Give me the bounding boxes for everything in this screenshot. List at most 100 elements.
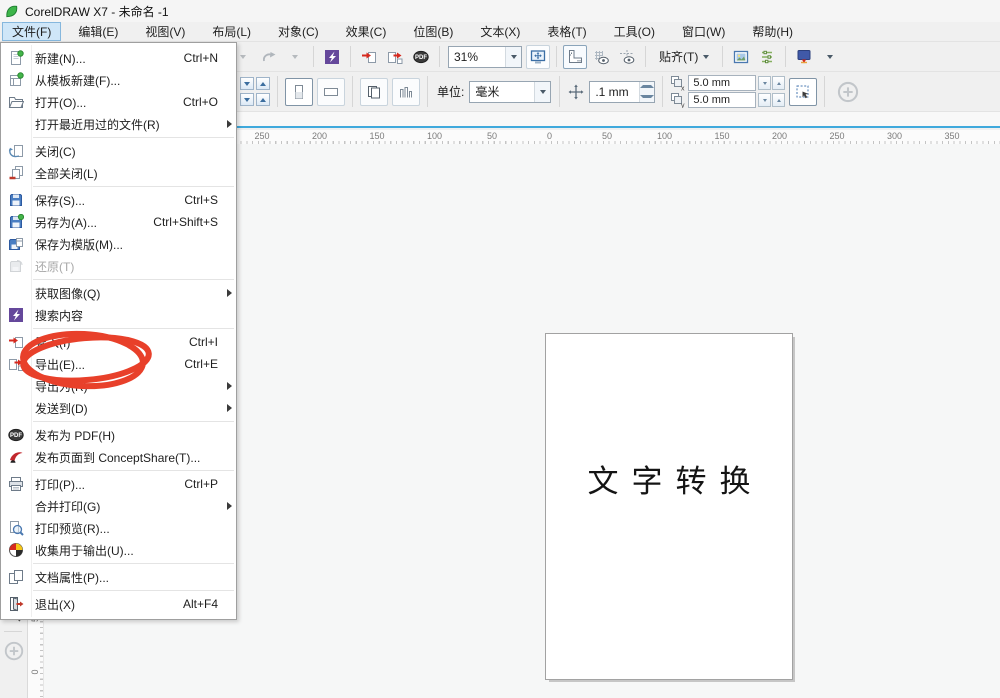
spin-up-button[interactable]	[772, 93, 785, 107]
menu-item-collect-for-output[interactable]: 收集用于输出(U)...	[1, 539, 236, 561]
menu-item-label: 退出(X)	[29, 596, 173, 613]
search-content-button[interactable]	[320, 45, 344, 69]
nudge-offset-field-up[interactable]	[640, 82, 654, 92]
save-template-icon	[3, 236, 29, 252]
menu-item-save[interactable]: 保存(S)...Ctrl+S	[1, 189, 236, 211]
search-content-icon	[3, 307, 29, 323]
menu-item-import[interactable]: 导入(I)Ctrl+I	[1, 331, 236, 353]
menu-item-print-preview[interactable]: 打印预览(R)...	[1, 517, 236, 539]
duplicate-distance-fields: x5.0 mm y5.0 mm	[670, 76, 785, 108]
menubar-item-view[interactable]: 视图(V)	[135, 22, 195, 41]
add-plus-button[interactable]	[836, 80, 860, 104]
menu-item-export-for[interactable]: 导出为(R)	[1, 375, 236, 397]
menu-item-send-to[interactable]: 发送到(D)	[1, 397, 236, 419]
duplicate-y-field-value[interactable]: 5.0 mm	[688, 92, 756, 108]
landscape-button[interactable]	[317, 78, 345, 106]
treat-as-filled-button[interactable]	[789, 78, 817, 106]
menu-item-save-as[interactable]: 另存为(A)...Ctrl+Shift+S	[1, 211, 236, 233]
units-combo[interactable]: 毫米	[469, 81, 551, 103]
menubar-item-file[interactable]: 文件(F)	[2, 22, 61, 41]
toolbox-customize-button[interactable]	[3, 640, 25, 662]
page-height-spinner[interactable]	[240, 93, 270, 106]
menu-item-label: 打开(O)...	[29, 94, 173, 111]
menu-separator	[33, 563, 234, 564]
spin-down-button[interactable]	[240, 93, 254, 106]
spin-up-button[interactable]	[256, 77, 270, 90]
current-page-button[interactable]	[392, 78, 420, 106]
menu-item-search-content[interactable]: 搜索内容	[1, 304, 236, 326]
document-page[interactable]: 文字转换	[545, 333, 793, 680]
nudge-offset-field-down[interactable]	[640, 92, 654, 102]
menubar-item-layout[interactable]: 布局(L)	[202, 22, 261, 41]
menu-item-acquire-image[interactable]: 获取图像(Q)	[1, 282, 236, 304]
submenu-arrow-icon	[222, 502, 232, 510]
menu-item-publish-conceptshare[interactable]: 发布页面到 ConceptShare(T)...	[1, 446, 236, 468]
app-launcher-button[interactable]	[792, 45, 816, 69]
menu-item-export[interactable]: 导出(E)...Ctrl+E	[1, 353, 236, 375]
menu-item-close[interactable]: 关闭(C)	[1, 140, 236, 162]
ruler-label: 300	[882, 131, 908, 141]
app-launcher-dropdown-arrow[interactable]	[818, 45, 842, 69]
menu-item-label: 新建(N)...	[29, 50, 174, 67]
zoom-level-combo[interactable]: 31%	[448, 46, 522, 68]
menu-item-exit[interactable]: 退出(X)Alt+F4	[1, 593, 236, 615]
menu-item-open[interactable]: 打开(O)...Ctrl+O	[1, 91, 236, 113]
page-width-spinner[interactable]	[240, 77, 270, 90]
menu-item-save-as-template[interactable]: 保存为模版(M)...	[1, 233, 236, 255]
duplicate-x-field[interactable]: x5.0 mm	[670, 76, 785, 91]
snap-to-button[interactable]: 贴齐(T)	[651, 45, 717, 68]
menu-item-shortcut: Ctrl+N	[174, 51, 222, 65]
nudge-offset-field[interactable]: .1 mm	[589, 81, 655, 103]
menubar-item-table[interactable]: 表格(T)	[537, 22, 596, 41]
export-button[interactable]	[383, 45, 407, 69]
menu-item-label: 保存为模版(M)...	[29, 236, 208, 253]
menu-separator	[33, 590, 234, 591]
menu-separator	[33, 279, 234, 280]
separator	[824, 76, 825, 107]
menubar-item-object[interactable]: 对象(C)	[268, 22, 329, 41]
all-pages-button[interactable]	[360, 78, 388, 106]
menubar-item-help[interactable]: 帮助(H)	[742, 22, 803, 41]
spin-down-button[interactable]	[758, 93, 771, 107]
menu-item-shortcut: Ctrl+O	[173, 95, 222, 109]
menu-item-new-from-template[interactable]: 从模板新建(F)...	[1, 69, 236, 91]
menubar-item-bitmaps[interactable]: 位图(B)	[403, 22, 463, 41]
redo-dropdown-arrow	[283, 45, 307, 69]
show-grid-button[interactable]	[589, 45, 613, 69]
menu-item-open-recent[interactable]: 打开最近用过的文件(R)	[1, 113, 236, 135]
publish-pdf-button[interactable]: PDF	[409, 45, 433, 69]
zoom-level-combo-dropdown-arrow[interactable]	[505, 47, 521, 67]
duplicate-x-field-value[interactable]: 5.0 mm	[688, 75, 756, 91]
menu-item-print-merge[interactable]: 合并打印(G)	[1, 495, 236, 517]
spin-up-button[interactable]	[772, 76, 785, 90]
ruler-label: 200	[307, 131, 333, 141]
close-document-icon	[3, 143, 29, 159]
menubar-item-window[interactable]: 窗口(W)	[672, 22, 735, 41]
import-button[interactable]	[357, 45, 381, 69]
window-title: CorelDRAW X7 - 未命名 -1	[25, 3, 169, 20]
menu-item-publish-pdf[interactable]: PDF发布为 PDF(H)	[1, 424, 236, 446]
units-combo-dropdown-arrow[interactable]	[534, 82, 550, 102]
duplicate-y-field[interactable]: y5.0 mm	[670, 93, 785, 108]
spin-up-button[interactable]	[256, 93, 270, 106]
options-button[interactable]	[729, 45, 753, 69]
menu-item-document-properties[interactable]: 文档属性(P)...	[1, 566, 236, 588]
view-manager-button[interactable]	[755, 45, 779, 69]
show-rulers-button[interactable]	[563, 45, 587, 69]
menu-item-new[interactable]: 新建(N)...Ctrl+N	[1, 47, 236, 69]
fullscreen-preview-button[interactable]	[526, 45, 550, 69]
menubar-item-effects[interactable]: 效果(C)	[336, 22, 397, 41]
menubar-item-edit[interactable]: 编辑(E)	[68, 22, 128, 41]
spin-down-button[interactable]	[240, 77, 254, 90]
menu-item-print[interactable]: 打印(P)...Ctrl+P	[1, 473, 236, 495]
portrait-button[interactable]	[285, 78, 313, 106]
spin-down-button[interactable]	[758, 76, 771, 90]
menubar-item-tools[interactable]: 工具(O)	[604, 22, 665, 41]
menubar-item-text[interactable]: 文本(X)	[470, 22, 530, 41]
menu-item-label: 关闭(C)	[29, 143, 208, 160]
exit-icon	[3, 596, 29, 612]
menu-item-label: 合并打印(G)	[29, 498, 208, 515]
collect-output-icon	[3, 542, 29, 558]
show-guidelines-button[interactable]	[615, 45, 639, 69]
menu-item-close-all[interactable]: 全部关闭(L)	[1, 162, 236, 184]
